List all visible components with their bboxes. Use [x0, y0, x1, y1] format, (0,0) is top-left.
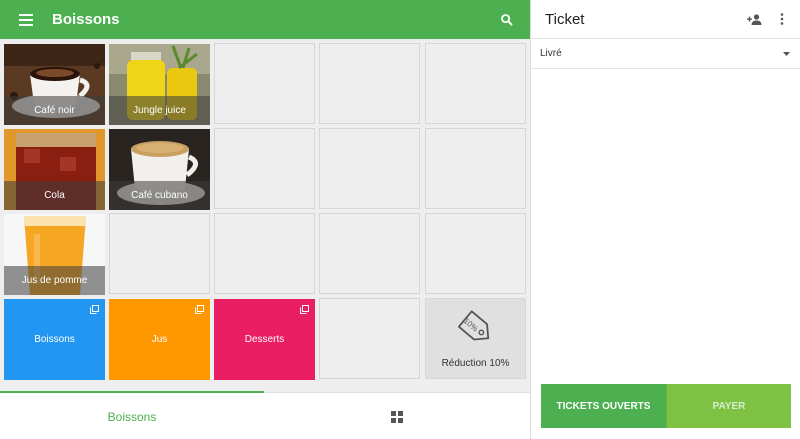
item-tile-cola[interactable]: Cola	[4, 129, 105, 210]
grid-icon	[391, 410, 403, 423]
empty-tile[interactable]	[214, 128, 315, 209]
items-grid: Café noir Jungle juice Cola Café cubano …	[3, 43, 527, 381]
item-tile-cafe-noir[interactable]: Café noir	[4, 44, 105, 125]
tab-grid[interactable]	[264, 393, 530, 439]
empty-tile[interactable]	[109, 213, 210, 294]
item-label: Café cubano	[109, 181, 210, 210]
item-label: Café noir	[4, 96, 105, 125]
empty-tile[interactable]	[425, 128, 526, 209]
add-person-icon	[746, 13, 761, 25]
item-tile-jungle-juice[interactable]: Jungle juice	[109, 44, 210, 125]
category-label: Boissons	[34, 334, 75, 345]
more-vert-icon	[780, 13, 784, 25]
item-tile-jus-de-pomme[interactable]: Jus de pomme	[4, 214, 105, 295]
category-stack-icon	[195, 305, 204, 314]
search-icon	[501, 13, 513, 26]
pay-button[interactable]: PAYER	[666, 384, 791, 428]
items-pane: Boissons Café noir Jungle juice Cola Caf…	[0, 0, 530, 439]
dining-option-select[interactable]: Livré	[531, 39, 800, 69]
category-tile-desserts[interactable]: Desserts	[214, 299, 315, 380]
bottom-navigation: Boissons	[0, 391, 530, 439]
empty-tile[interactable]	[319, 128, 420, 209]
category-stack-icon	[90, 305, 99, 314]
add-customer-button[interactable]	[740, 0, 768, 39]
tab-category-label: Boissons	[107, 409, 157, 424]
discount-tag-icon: 10%	[457, 310, 490, 341]
ticket-header: Ticket	[531, 0, 800, 39]
discount-tile[interactable]: 10% Réduction 10%	[425, 298, 526, 379]
menu-button[interactable]	[0, 0, 52, 39]
ticket-title: Ticket	[545, 10, 585, 28]
category-tile-boissons[interactable]: Boissons	[4, 299, 105, 380]
item-label: Cola	[4, 181, 105, 210]
menu-icon	[19, 13, 33, 26]
empty-tile[interactable]	[319, 213, 420, 294]
top-app-bar: Boissons	[0, 0, 530, 39]
pos-app: Boissons Café noir Jungle juice Cola Caf…	[0, 0, 800, 439]
empty-tile[interactable]	[319, 298, 420, 379]
empty-tile[interactable]	[319, 43, 420, 124]
page-title: Boissons	[52, 11, 120, 28]
open-tickets-button[interactable]: TICKETS OUVERTS	[541, 384, 666, 428]
item-label: Jus de pomme	[4, 266, 105, 295]
category-stack-icon	[300, 305, 309, 314]
empty-tile[interactable]	[214, 213, 315, 294]
dropdown-arrow-icon	[783, 51, 790, 56]
category-label: Desserts	[244, 334, 285, 345]
discount-label: Réduction 10%	[441, 358, 510, 369]
ticket-actions: TICKETS OUVERTS PAYER	[541, 384, 791, 428]
ticket-pane: Ticket Livré TICKETS OUVERTS PAYER	[530, 0, 800, 439]
tab-category[interactable]: Boissons	[0, 393, 264, 439]
search-button[interactable]	[484, 0, 530, 39]
category-tile-jus[interactable]: Jus	[109, 299, 210, 380]
dining-option-value: Livré	[540, 48, 562, 59]
empty-tile[interactable]	[425, 43, 526, 124]
empty-tile[interactable]	[214, 43, 315, 124]
empty-tile[interactable]	[425, 213, 526, 294]
item-label: Jungle juice	[109, 96, 210, 125]
more-options-button[interactable]	[768, 0, 796, 39]
category-label: Jus	[151, 334, 168, 345]
item-tile-cafe-cubano[interactable]: Café cubano	[109, 129, 210, 210]
